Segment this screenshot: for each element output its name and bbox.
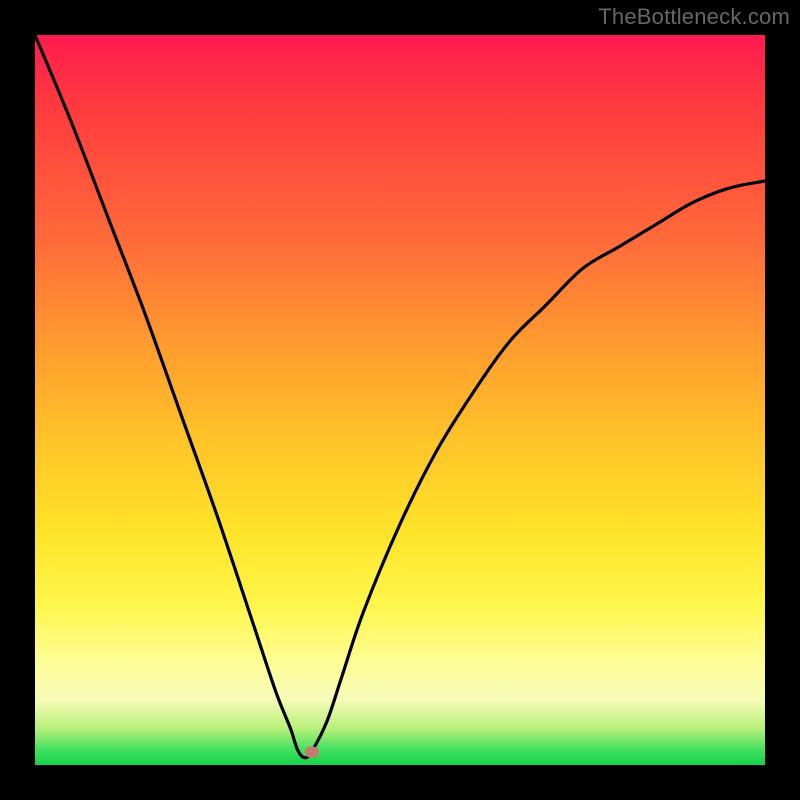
optimum-marker (305, 746, 319, 757)
chart-frame: TheBottleneck.com (0, 0, 800, 800)
bottleneck-curve (35, 35, 765, 765)
plot-area (35, 35, 765, 765)
attribution-label: TheBottleneck.com (598, 4, 790, 30)
